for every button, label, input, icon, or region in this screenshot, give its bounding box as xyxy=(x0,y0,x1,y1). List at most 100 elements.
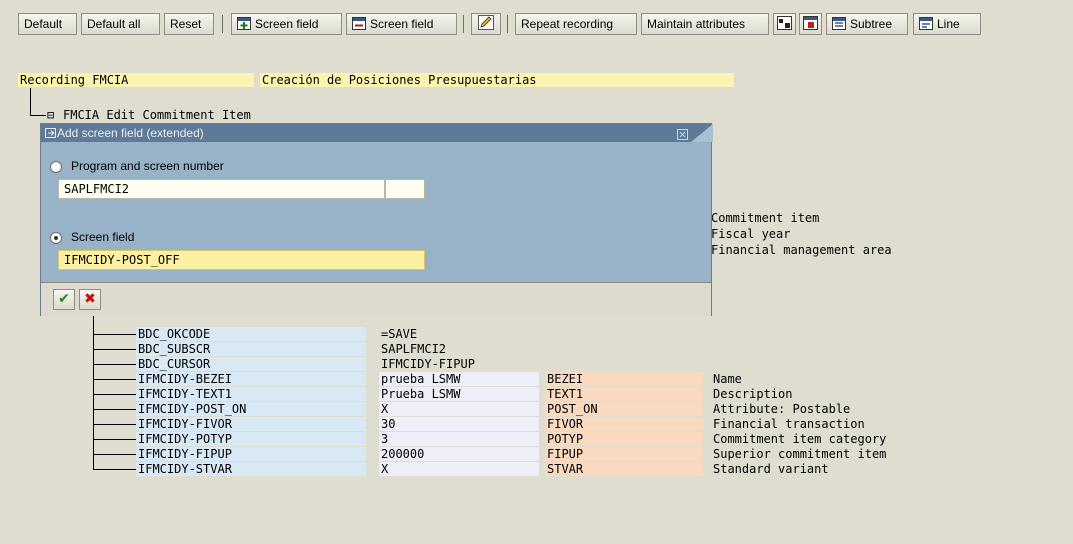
field-value-cell: X xyxy=(379,402,539,416)
field-name-cell: IFMCIDY-FIVOR xyxy=(136,417,366,431)
field-description-cell: Standard variant xyxy=(713,462,829,476)
screen-field-input[interactable]: IFMCIDY-POST_OFF xyxy=(58,250,425,270)
reset-button[interactable]: Reset xyxy=(164,13,214,35)
screen-node-toggle-icon[interactable]: ⊟ xyxy=(47,108,54,122)
field-name-cell: BDC_SUBSCR xyxy=(136,342,366,356)
field-value-cell: X xyxy=(379,462,539,476)
add-field-icon xyxy=(237,16,251,30)
field-name-cell: IFMCIDY-POST_ON xyxy=(136,402,366,416)
field-description-cell: Description xyxy=(713,387,793,401)
checkmark-icon: ✔ xyxy=(58,291,70,307)
expand-node-button[interactable] xyxy=(773,13,796,35)
subtree-button[interactable]: Subtree xyxy=(826,13,908,35)
screen-node-label[interactable]: FMCIA Edit Commitment Item xyxy=(63,108,251,122)
field-description-cell xyxy=(711,327,931,341)
title-strip xyxy=(0,0,1073,6)
program-screen-radio[interactable] xyxy=(50,161,62,173)
recording-label: Recording FMCIA xyxy=(18,73,254,87)
tree-branch-line xyxy=(93,349,136,350)
field-value-cell: 200000 xyxy=(379,447,539,461)
screen-field-cell: FIPUP xyxy=(545,447,703,461)
line-button[interactable]: Line xyxy=(913,13,981,35)
field-value-cell: Prueba LSMW xyxy=(379,387,539,401)
field-name-cell: IFMCIDY-STVAR xyxy=(136,462,366,476)
screen-field-cell xyxy=(545,342,703,356)
tree-branch-line xyxy=(93,379,136,380)
field-value-cell: 3 xyxy=(379,432,539,446)
field-value-cell: =SAVE xyxy=(381,327,418,341)
add-screen-field-label: Screen field xyxy=(255,17,319,31)
screen-field-cell: STVAR xyxy=(545,462,703,476)
title-corner xyxy=(691,124,713,142)
line-label: Line xyxy=(937,17,960,31)
field-description-cell xyxy=(711,342,931,356)
tree-trunk-line xyxy=(93,316,94,469)
field-description-cell xyxy=(711,357,931,371)
default-all-button[interactable]: Default all xyxy=(81,13,160,35)
field-name-cell: IFMCIDY-FIPUP xyxy=(136,447,366,461)
screen-field-cell xyxy=(545,327,703,341)
description-text: Commitment item xyxy=(711,211,820,225)
recording-description: Creación de Posiciones Presupuestarias xyxy=(260,73,734,87)
field-value-cell: IFMCIDY-FIPUP xyxy=(381,357,475,371)
default-button[interactable]: Default xyxy=(18,13,77,35)
field-name-cell: BDC_CURSOR xyxy=(136,357,366,371)
toolbar-separator xyxy=(507,15,508,33)
tree-connector xyxy=(30,115,46,116)
cancel-button[interactable]: ✖ xyxy=(79,289,101,310)
program-input[interactable]: SAPLFMCI2 xyxy=(58,179,385,199)
dialog-body: Program and screen number SAPLFMCI2 Scre… xyxy=(41,142,711,282)
field-description-cell: Superior commitment item xyxy=(713,447,887,461)
subtree-icon xyxy=(832,16,846,30)
delete-screen-field-button[interactable]: Screen field xyxy=(346,13,457,35)
description-text: Fiscal year xyxy=(711,227,791,241)
screen-field-cell: BEZEI xyxy=(545,372,703,386)
screen-field-cell: FIVOR xyxy=(545,417,703,431)
tree-branch-line xyxy=(93,454,136,455)
expand-icon xyxy=(777,16,792,30)
edit-button[interactable] xyxy=(471,13,501,35)
repeat-recording-button[interactable]: Repeat recording xyxy=(515,13,637,35)
line-icon xyxy=(919,16,933,30)
dialog-title: Add screen field (extended) xyxy=(57,126,204,140)
toolbar-separator xyxy=(222,15,223,33)
add-screen-field-dialog: Add screen field (extended) Program and … xyxy=(40,123,713,316)
field-description-cell: Financial transaction xyxy=(713,417,865,431)
tree-branch-line xyxy=(93,439,136,440)
screen-field-cell: POST_ON xyxy=(545,402,703,416)
screen-field-cell xyxy=(545,357,703,371)
toolbar-separator xyxy=(463,15,464,33)
maintain-attributes-button[interactable]: Maintain attributes xyxy=(641,13,769,35)
field-name-cell: IFMCIDY-BEZEI xyxy=(136,372,366,386)
screen-field-label: Screen field xyxy=(71,230,135,244)
field-value-cell: SAPLFMCI2 xyxy=(381,342,447,356)
screen-field-cell: TEXT1 xyxy=(545,387,703,401)
field-description-cell: Attribute: Postable xyxy=(713,402,851,416)
field-name-cell: IFMCIDY-TEXT1 xyxy=(136,387,366,401)
field-name-cell: IFMCIDY-POTYP xyxy=(136,432,366,446)
screen-number-input[interactable] xyxy=(385,179,425,199)
field-value-cell: prueba LSMW xyxy=(379,372,539,386)
tree-branch-line xyxy=(93,334,136,335)
cancel-x-icon: ✖ xyxy=(84,291,96,307)
delete-field-icon xyxy=(352,16,366,30)
tree-branch-line xyxy=(93,469,136,470)
screen-field-cell: POTYP xyxy=(545,432,703,446)
subtree-label: Subtree xyxy=(850,17,893,31)
field-name-cell: BDC_OKCODE xyxy=(136,327,366,341)
dialog-footer: ✔ ✖ xyxy=(41,282,711,316)
description-text: Financial management area xyxy=(711,243,892,257)
program-screen-label: Program and screen number xyxy=(71,159,224,173)
tree-branch-line xyxy=(93,424,136,425)
screen-field-radio[interactable] xyxy=(50,232,62,244)
confirm-button[interactable]: ✔ xyxy=(53,289,75,310)
tree-branch-line xyxy=(93,394,136,395)
collapse-node-button[interactable] xyxy=(799,13,822,35)
tree-connector xyxy=(30,88,31,115)
field-value-cell: 30 xyxy=(379,417,539,431)
delete-screen-field-label: Screen field xyxy=(370,17,434,31)
application-toolbar: Default Default all Reset Screen field S… xyxy=(0,10,1073,40)
pencil-icon xyxy=(478,15,494,30)
add-screen-field-button[interactable]: Screen field xyxy=(231,13,342,35)
tree-branch-line xyxy=(93,409,136,410)
